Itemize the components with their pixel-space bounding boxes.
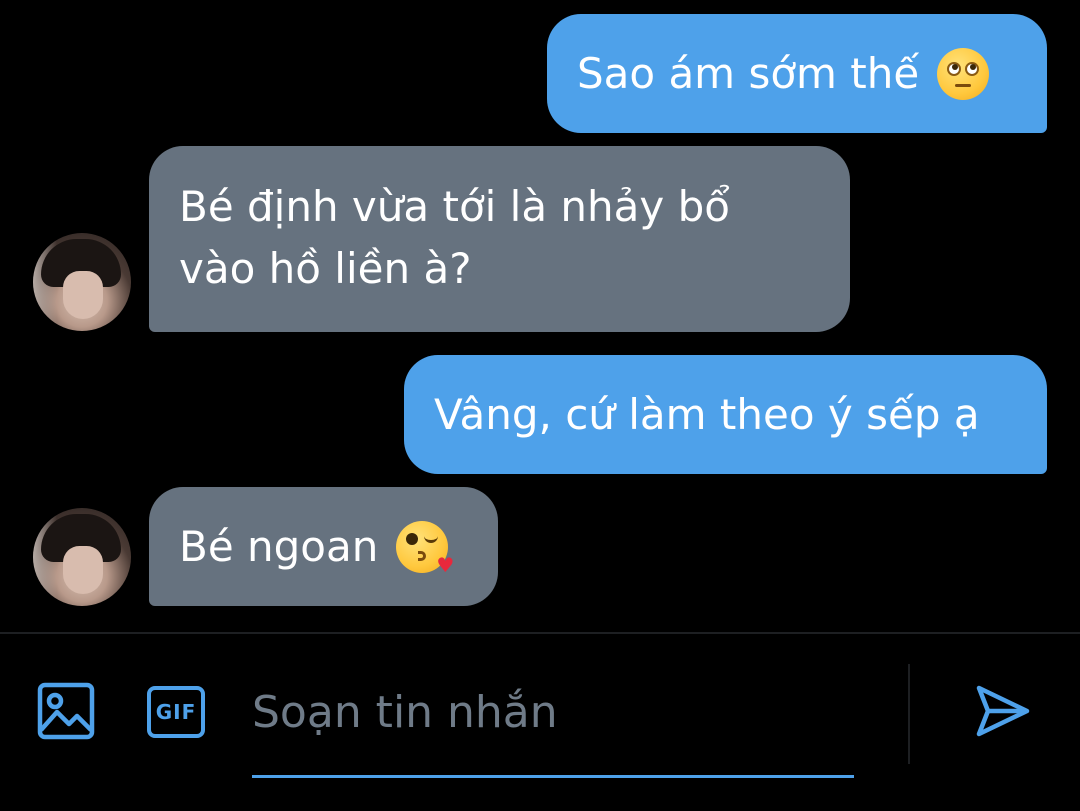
message-bubble-received[interactable]: Bé ngoan ♥ <box>149 487 498 606</box>
face-blowing-a-kiss-emoji: ♥ <box>396 520 454 575</box>
message-bubble-sent[interactable]: Vâng, cứ làm theo ý sếp ạ <box>404 355 1047 474</box>
gif-button[interactable]: GIF <box>147 686 205 738</box>
message-bubble-sent[interactable]: Sao ám sớm thế <box>547 14 1047 133</box>
message-composer: GIF <box>0 634 1080 811</box>
send-icon[interactable] <box>974 682 1032 740</box>
image-icon[interactable] <box>37 682 95 740</box>
input-underline <box>252 775 854 778</box>
gif-label: GIF <box>155 700 197 724</box>
message-text: Sao ám sớm thế <box>577 48 920 98</box>
face-with-rolling-eyes-emoji <box>937 47 990 100</box>
message-bubble-received[interactable]: Bé định vừa tới là nhảy bổ vào hồ liền à… <box>149 146 850 332</box>
avatar[interactable] <box>33 508 131 606</box>
message-text: Vâng, cứ làm theo ý sếp ạ <box>434 389 980 439</box>
message-text: Bé định vừa tới là nhảy bổ vào hồ liền à… <box>179 182 730 293</box>
message-input[interactable] <box>252 682 854 742</box>
avatar[interactable] <box>33 233 131 331</box>
separator <box>908 664 910 764</box>
message-thread: Sao ám sớm thế Bé định vừa tới là nhảy b… <box>0 0 1080 632</box>
message-text: Bé ngoan <box>179 521 379 571</box>
